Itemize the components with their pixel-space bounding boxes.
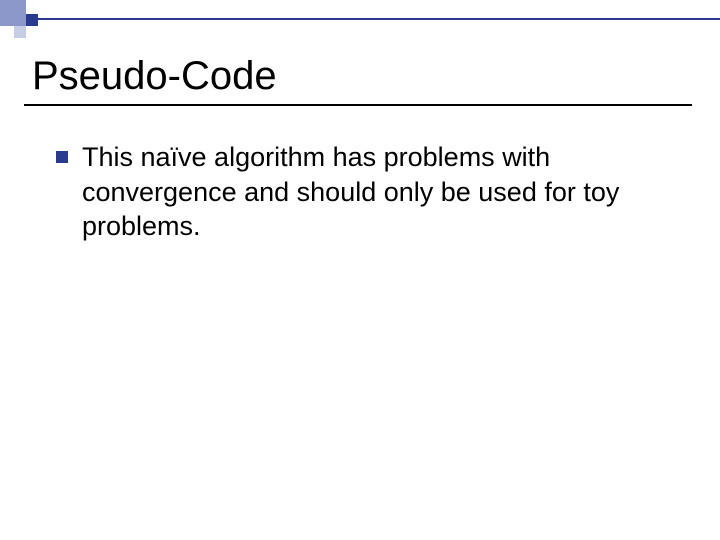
top-accent-bar (0, 0, 720, 20)
corner-square-large (0, 0, 26, 26)
title-underline (24, 104, 692, 106)
bullet-item: This naïve algorithm has problems with c… (56, 140, 664, 244)
slide-content: This naïve algorithm has problems with c… (56, 140, 664, 244)
square-bullet-icon (56, 151, 68, 163)
corner-square-light (14, 26, 26, 38)
slide-title: Pseudo-Code (32, 54, 277, 99)
bullet-text: This naïve algorithm has problems with c… (82, 140, 664, 244)
corner-square-dark (26, 14, 38, 26)
corner-decoration (0, 0, 40, 40)
